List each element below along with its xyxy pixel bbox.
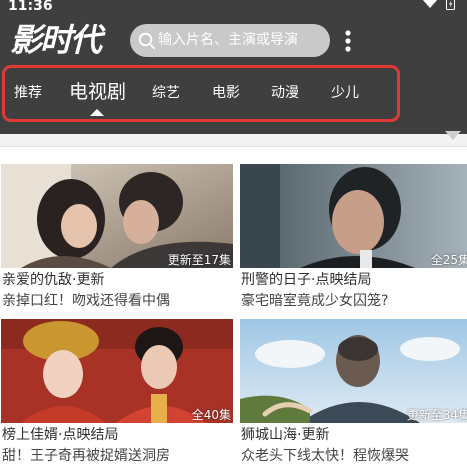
chevron-down-icon[interactable] xyxy=(445,131,461,140)
video-card[interactable]: 全25集 刑警的日子·点映结局 豪宅暗室竟成少女囚笼? xyxy=(240,164,467,309)
search-icon xyxy=(138,32,155,50)
status-bar: 11:36 xyxy=(0,0,467,18)
app-logo[interactable]: 影时代 xyxy=(10,20,102,60)
tab-kids[interactable]: 少儿 xyxy=(331,83,359,103)
search-placeholder: 输入片名、主演或导演 xyxy=(158,32,298,48)
status-icons xyxy=(422,0,455,10)
video-description: 豪宅暗室竟成少女囚笼? xyxy=(241,293,389,309)
tab-tv-series[interactable]: 电视剧 xyxy=(69,79,126,105)
episode-badge: 更新至17集 xyxy=(167,253,231,267)
battery-icon xyxy=(446,0,455,10)
tab-movies[interactable]: 电影 xyxy=(212,83,240,103)
category-sub-bar xyxy=(0,131,467,147)
video-title[interactable]: 亲爱的仇敌·更新 xyxy=(2,270,104,290)
video-card[interactable]: 更新至34集 狮城山海·更新 众老头下线太快！程恢爆哭 xyxy=(240,319,467,464)
video-card[interactable]: 全40集 榜上佳婿·点映结局 甜！王子奇再被捉婿送洞房 xyxy=(1,319,233,464)
app-header: 11:36 影时代 输入片名、主演或导演 推荐 电视剧 综艺 电影 动漫 少儿 xyxy=(0,0,467,134)
video-thumbnail[interactable]: 全25集 xyxy=(240,164,467,268)
tab-variety[interactable]: 综艺 xyxy=(152,83,180,103)
video-thumbnail[interactable]: 更新至34集 xyxy=(240,319,467,423)
tab-anime[interactable]: 动漫 xyxy=(271,83,299,103)
video-thumbnail[interactable]: 全40集 xyxy=(1,319,233,423)
video-title[interactable]: 狮城山海·更新 xyxy=(241,425,329,445)
video-title[interactable]: 刑警的日子·点映结局 xyxy=(241,270,371,290)
episode-badge: 全25集 xyxy=(430,253,467,267)
wifi-icon xyxy=(422,0,438,8)
category-tabs: 推荐 电视剧 综艺 电影 动漫 少儿 xyxy=(2,65,400,122)
video-description: 亲掉口红！吻戏还得看中偶 xyxy=(2,293,170,309)
status-time: 11:36 xyxy=(8,0,53,14)
tab-recommend[interactable]: 推荐 xyxy=(14,83,42,103)
video-title[interactable]: 榜上佳婿·点映结局 xyxy=(2,425,118,445)
more-vertical-icon[interactable] xyxy=(340,29,356,53)
video-description: 甜！王子奇再被捉婿送洞房 xyxy=(2,448,170,464)
active-tab-indicator xyxy=(90,109,104,116)
episode-badge: 更新至34集 xyxy=(406,408,467,422)
video-description: 众老头下线太快！程恢爆哭 xyxy=(241,448,409,464)
video-card[interactable]: 更新至17集 亲爱的仇敌·更新 亲掉口红！吻戏还得看中偶 xyxy=(1,164,233,309)
video-thumbnail[interactable]: 更新至17集 xyxy=(1,164,233,268)
search-bar[interactable]: 输入片名、主演或导演 xyxy=(130,24,330,57)
episode-badge: 全40集 xyxy=(191,408,231,422)
